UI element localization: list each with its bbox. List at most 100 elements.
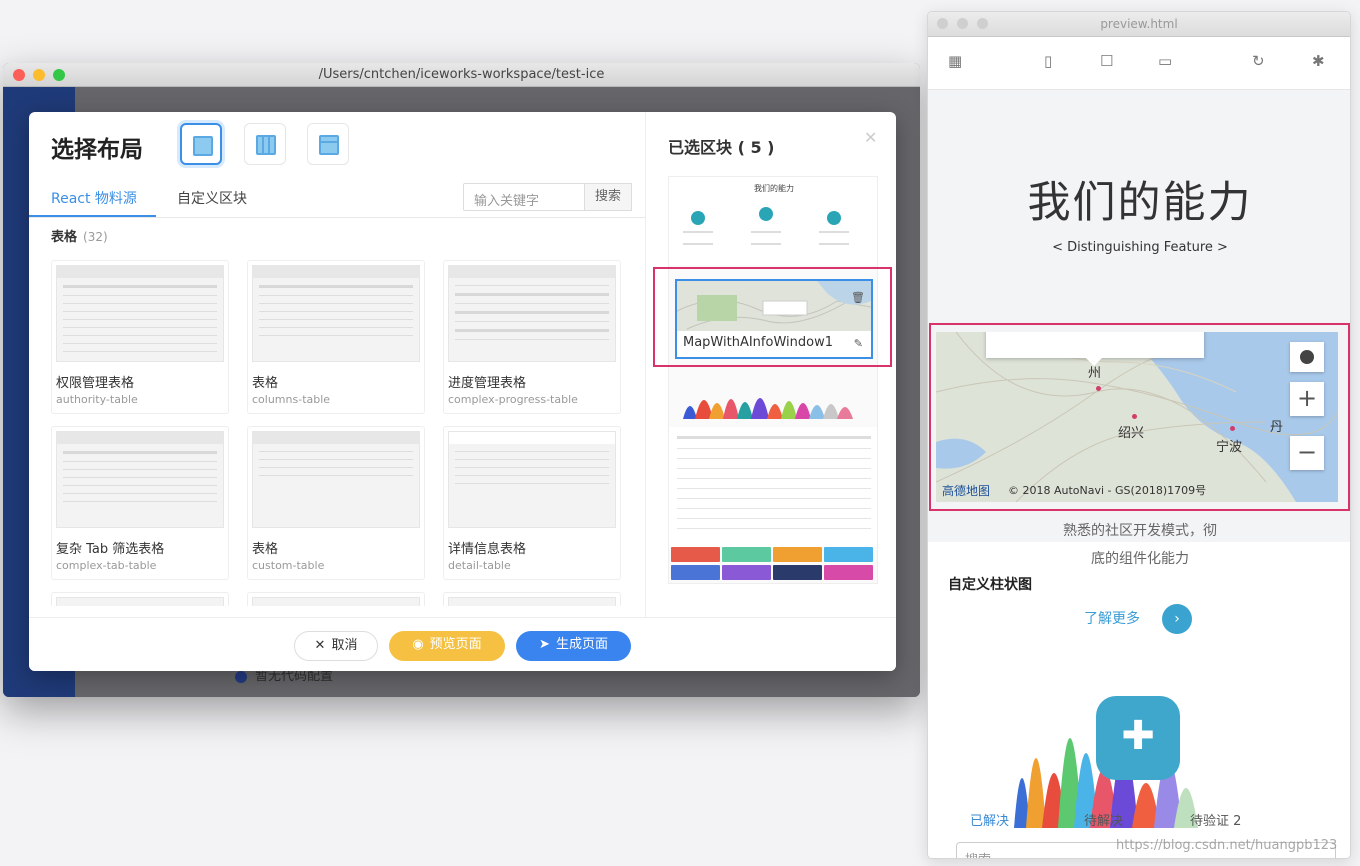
city-label: 州 bbox=[1088, 366, 1102, 381]
block-name: 进度管理表格 bbox=[448, 376, 527, 391]
map-info-window bbox=[986, 332, 1204, 366]
block-id: custom-table bbox=[252, 559, 325, 572]
block-card[interactable] bbox=[247, 592, 425, 606]
close-icon[interactable]: ✕ bbox=[864, 128, 877, 147]
block-card[interactable]: 表格 columns-table bbox=[247, 260, 425, 414]
map-thumbnail bbox=[677, 281, 871, 331]
close-icon: ✕ bbox=[314, 638, 326, 653]
block-id: columns-table bbox=[252, 393, 331, 406]
layout-columns-icon bbox=[256, 135, 276, 155]
learn-more-link[interactable]: 了解更多 bbox=[1084, 608, 1140, 628]
block-id: detail-table bbox=[448, 559, 511, 572]
stat-pending: 待解决 bbox=[1084, 814, 1124, 829]
category-name: 表格 bbox=[51, 230, 78, 245]
block-name: 详情信息表格 bbox=[448, 542, 527, 557]
city-marker bbox=[1096, 386, 1101, 391]
preview-window-title: preview.html bbox=[1100, 17, 1178, 31]
bug-icon[interactable]: ✱ bbox=[1312, 52, 1325, 70]
block-thumbnail bbox=[448, 265, 616, 362]
block-name: 表格 bbox=[252, 542, 279, 557]
block-card[interactable]: 进度管理表格 complex-progress-table bbox=[443, 260, 621, 414]
layout-option-3[interactable] bbox=[307, 123, 349, 165]
city-marker bbox=[1132, 414, 1137, 419]
block-card[interactable]: 复杂 Tab 筛选表格 complex-tab-table bbox=[51, 426, 229, 580]
preview-heading: 我们的能力 bbox=[1027, 178, 1253, 228]
refresh-icon[interactable]: ↻ bbox=[1252, 52, 1265, 70]
layout-rows-icon bbox=[319, 135, 339, 155]
chevron-right-icon[interactable]: › bbox=[1162, 604, 1192, 634]
block-name: 权限管理表格 bbox=[56, 376, 135, 391]
modal-footer: ✕ 取消 ◉ 预览页面 ➤ 生成页面 bbox=[29, 617, 896, 671]
app-titlebar[interactable]: /Users/cntchen/iceworks-workspace/test-i… bbox=[3, 63, 920, 87]
block-thumbnail bbox=[56, 431, 224, 528]
cancel-button[interactable]: ✕ 取消 bbox=[294, 631, 378, 661]
city-label: 绍兴 bbox=[1118, 426, 1145, 441]
stat-resolved: 已解决 bbox=[970, 814, 1010, 829]
preview-map[interactable]: 州 绍兴 宁波 丹 + − 高德地图 © 2018 AutoNavi - GS(… bbox=[936, 332, 1338, 502]
category-heading: 表格 (32) bbox=[51, 226, 108, 245]
layout-option-1[interactable] bbox=[180, 123, 222, 165]
tablet-icon[interactable]: ☐ bbox=[1100, 52, 1113, 70]
category-count: (32) bbox=[83, 230, 108, 244]
city-marker bbox=[1230, 426, 1235, 431]
map-zoom-in-button[interactable]: + bbox=[1290, 382, 1324, 416]
selected-block-chart-thumbnail[interactable] bbox=[677, 377, 871, 419]
qrcode-icon[interactable]: ▦ bbox=[948, 52, 962, 70]
block-thumbnail bbox=[448, 597, 616, 606]
selected-block-map-label: MapWithAInfoWindow1 bbox=[683, 335, 833, 350]
selected-block-features[interactable]: 我们的能力 bbox=[669, 177, 877, 265]
send-icon: ➤ bbox=[539, 637, 550, 652]
selected-block-map[interactable]: 🗑 MapWithAInfoWindow1 ✎ bbox=[675, 279, 873, 359]
map-logo: 高德地图 bbox=[942, 484, 991, 498]
map-locate-button[interactable] bbox=[1290, 342, 1324, 372]
map-thumbnail-graphic bbox=[677, 281, 871, 330]
mobile-icon[interactable]: ▯ bbox=[1044, 52, 1052, 70]
preview-page-label: 预览页面 bbox=[429, 637, 482, 652]
preview-page-button[interactable]: ◉ 预览页面 bbox=[389, 631, 505, 661]
edit-icon[interactable]: ✎ bbox=[854, 337, 863, 350]
block-card[interactable]: 详情信息表格 detail-table bbox=[443, 426, 621, 580]
block-thumbnail bbox=[448, 431, 616, 528]
block-card[interactable] bbox=[51, 592, 229, 606]
layout-full-icon bbox=[193, 136, 213, 156]
preview-subheading: < Distinguishing Feature > bbox=[1052, 240, 1228, 255]
block-id: complex-tab-table bbox=[56, 559, 157, 572]
laptop-icon[interactable]: ▭ bbox=[1158, 52, 1172, 70]
generate-page-label: 生成页面 bbox=[555, 637, 608, 652]
selected-block-features-title: 我们的能力 bbox=[754, 184, 794, 193]
block-card[interactable]: 表格 custom-table bbox=[247, 426, 425, 580]
tab-react-materials[interactable]: React 物料源 bbox=[51, 188, 137, 208]
block-card[interactable]: 权限管理表格 authority-table bbox=[51, 260, 229, 414]
preview-content: 我们的能力 < Distinguishing Feature > 州 绍兴 宁波… bbox=[928, 90, 1350, 858]
block-grid: 权限管理表格 authority-table 表格 columns-table … bbox=[51, 260, 635, 606]
block-thumbnail bbox=[252, 597, 420, 606]
preview-text-line1: 熟悉的社区开发模式，彻 bbox=[1063, 523, 1217, 539]
block-name: 表格 bbox=[252, 376, 279, 391]
modal-title: 选择布局 bbox=[51, 137, 143, 163]
feature-icon bbox=[759, 207, 773, 221]
keyword-search-input[interactable]: 输入关键字 bbox=[463, 183, 585, 211]
block-name: 复杂 Tab 筛选表格 bbox=[56, 542, 165, 557]
block-thumbnail bbox=[56, 265, 224, 362]
selected-block-table[interactable] bbox=[669, 427, 877, 547]
preview-toolbar: ▦ ▯ ☐ ▭ ↻ ✱ bbox=[928, 37, 1350, 90]
eye-icon: ◉ bbox=[412, 637, 424, 652]
select-layout-modal: 选择布局 React 物料源 自定义区块 输入关键字 搜索 表格 (32) 权限管… bbox=[29, 112, 896, 671]
map-attribution: © 2018 AutoNavi - GS(2018)1709号 bbox=[1008, 484, 1207, 497]
layout-option-2[interactable] bbox=[244, 123, 286, 165]
generate-page-button[interactable]: ➤ 生成页面 bbox=[516, 631, 631, 661]
tab-custom-blocks[interactable]: 自定义区块 bbox=[177, 188, 247, 208]
selected-block-tiles[interactable] bbox=[671, 547, 877, 581]
selected-blocks-pane: 已选区块 ( 5 ) ✕ 我们的能力 🗑 MapWithAInfoWindow1… bbox=[645, 112, 896, 617]
search-button[interactable]: 搜索 bbox=[584, 183, 632, 211]
block-id: authority-table bbox=[56, 393, 138, 406]
puzzle-icon: ✚ bbox=[1121, 713, 1155, 759]
trash-icon[interactable]: 🗑 bbox=[851, 291, 865, 304]
map-zoom-out-button[interactable]: − bbox=[1290, 436, 1324, 470]
app-window-title: /Users/cntchen/iceworks-workspace/test-i… bbox=[318, 67, 605, 82]
feature-icon bbox=[691, 211, 705, 225]
block-card[interactable] bbox=[443, 592, 621, 606]
preview-titlebar[interactable]: preview.html bbox=[928, 12, 1350, 37]
preview-window: preview.html ▦ ▯ ☐ ▭ ↻ ✱ 我们的能力 < Disting… bbox=[927, 11, 1351, 859]
app-footer-text: 暂无代码配置 bbox=[255, 669, 334, 684]
